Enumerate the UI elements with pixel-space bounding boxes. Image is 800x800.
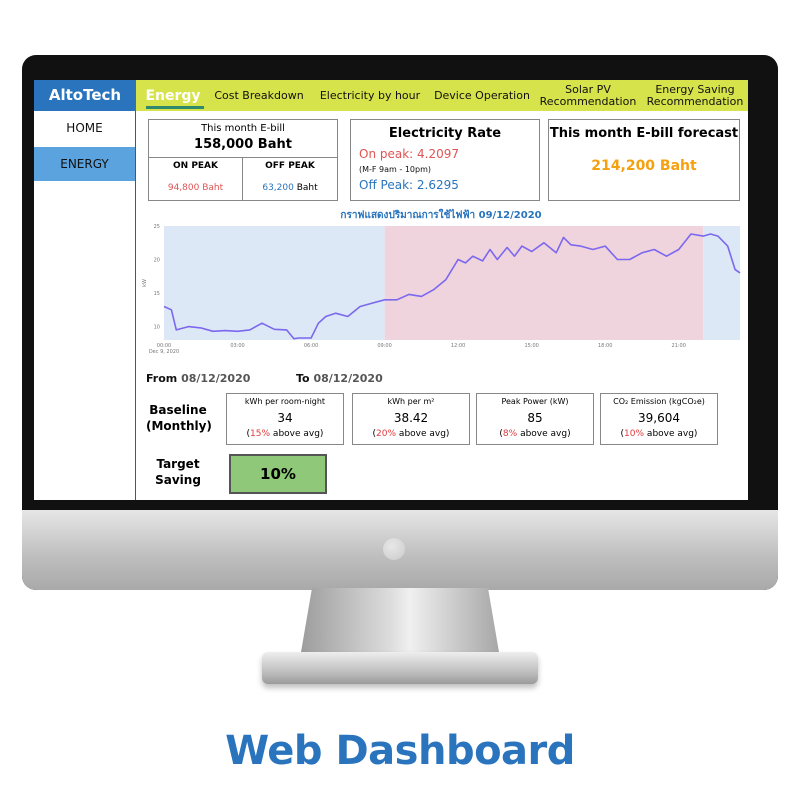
metric-label: kWh per room-night	[244, 397, 326, 406]
ebill-card: This month E-bill 158,000 Baht ON PEAK 9…	[148, 119, 338, 201]
date-to-value[interactable]: 08/12/2020	[313, 372, 382, 385]
date-to: To 08/12/2020	[296, 372, 383, 385]
baseline-label-line2: (Monthly)	[146, 419, 212, 433]
metric-comparison: (15% above avg)	[246, 429, 324, 439]
offpeak-band	[164, 226, 385, 340]
caption: Web Dashboard	[225, 728, 575, 774]
off-peak-value: 63,200 Baht	[243, 183, 337, 193]
date-from-label: From	[146, 372, 178, 385]
metric-percent: 15%	[250, 429, 271, 439]
monitor-stand	[300, 588, 500, 658]
tab-energy-saving-recommendation[interactable]: Energy Saving Recommendation	[644, 80, 746, 111]
metric-kwh-per-m2: kWh per m² 38.42 (20% above avg)	[352, 393, 470, 445]
x-tick-label: 06:00	[304, 343, 318, 349]
on-peak-label: ON PEAK	[173, 161, 218, 171]
forecast-title: This month E-bill forecast	[549, 126, 739, 141]
rate-on-peak: On peak: 4.2097	[359, 147, 460, 161]
x-tick-label: 03:00	[230, 343, 244, 349]
tab-solar-pv-recommendation[interactable]: Solar PV Recommendation	[538, 80, 638, 111]
metric-percent: 10%	[624, 429, 645, 439]
metric-comparison: (8% above avg)	[499, 429, 571, 439]
x-tick-label: 09:00	[377, 343, 391, 349]
tab-energy[interactable]: Energy	[140, 80, 206, 111]
offpeak-band	[703, 226, 740, 340]
x-tick-label: 18:00	[598, 343, 612, 349]
baseline-label: Baseline (Monthly)	[146, 402, 212, 434]
ebill-breakdown: ON PEAK 94,800 Baht OFF PEAK 63,200 Baht	[149, 157, 337, 201]
metric-label: kWh per m²	[387, 397, 435, 406]
rate-title: Electricity Rate	[388, 126, 502, 141]
ebill-value: 158,000 Baht	[194, 137, 292, 152]
metric-suffix: above avg)	[396, 429, 450, 439]
metric-value: 34	[277, 411, 293, 425]
x-tick-label: 15:00	[524, 343, 538, 349]
y-tick-label: 25	[154, 224, 160, 230]
sidebar-item-home[interactable]: HOME	[34, 111, 135, 145]
metric-comparison: (10% above avg)	[620, 429, 698, 439]
metric-value: 38.42	[393, 411, 429, 425]
date-to-label: To	[296, 372, 310, 385]
monitor-logo	[383, 538, 405, 560]
on-peak-cell: ON PEAK 94,800 Baht	[149, 158, 243, 201]
metric-percent: 8%	[502, 429, 518, 439]
rate-on-peak-hours: (M-F 9am - 10pm)	[359, 165, 431, 174]
y-tick-label: 15	[154, 291, 160, 297]
date-from-value[interactable]: 08/12/2020	[181, 372, 250, 385]
rate-off-peak: Off Peak: 2.6295	[359, 178, 459, 192]
metric-co2-emission: CO₂ Emission (kgCO₂e) 39,604 (10% above …	[600, 393, 718, 445]
metric-suffix: above avg)	[517, 429, 571, 439]
tab-cost-breakdown[interactable]: Cost Breakdown	[210, 80, 308, 111]
sidebar: HOME ENERGY	[34, 111, 136, 500]
target-saving-value[interactable]: 10%	[229, 454, 327, 494]
metric-suffix: above avg)	[270, 429, 324, 439]
dashboard-screen: AltoTech Energy Cost Breakdown Electrici…	[34, 80, 748, 500]
metric-percent: 20%	[376, 429, 397, 439]
metric-value: 85	[527, 411, 543, 425]
baseline-label-line1: Baseline	[149, 403, 207, 417]
y-tick-label: 10	[154, 325, 160, 331]
y-tick-label: 20	[154, 258, 160, 264]
target-label-line2: Saving	[155, 473, 201, 487]
off-peak-cell: OFF PEAK 63,200 Baht	[243, 158, 337, 201]
on-peak-value: 94,800 Baht	[167, 183, 224, 193]
target-saving-label: Target Saving	[146, 456, 210, 488]
metric-kwh-per-room-night: kWh per room-night 34 (15% above avg)	[226, 393, 344, 445]
x-tick-label: 12:00	[451, 343, 465, 349]
x-tick-label: Dec 9, 2020	[149, 349, 179, 355]
metric-label: Peak Power (kW)	[501, 397, 569, 406]
tab-device-operation[interactable]: Device Operation	[432, 80, 532, 111]
forecast-value: 214,200 Baht	[591, 158, 697, 174]
top-navigation: AltoTech Energy Cost Breakdown Electrici…	[34, 80, 748, 111]
target-label-line1: Target	[156, 457, 200, 471]
tab-electricity-by-hour[interactable]: Electricity by hour	[314, 80, 426, 111]
forecast-card: This month E-bill forecast 214,200 Baht	[548, 119, 740, 201]
app-logo[interactable]: AltoTech	[34, 80, 136, 111]
metric-label: CO₂ Emission (kgCO₂e)	[613, 397, 705, 406]
metric-comparison: (20% above avg)	[372, 429, 450, 439]
off-peak-label: OFF PEAK	[265, 161, 315, 171]
metric-peak-power: Peak Power (kW) 85 (8% above avg)	[476, 393, 594, 445]
ebill-title: This month E-bill	[201, 123, 285, 134]
off-peak-amount: 63,200	[262, 183, 294, 193]
sidebar-item-energy[interactable]: ENERGY	[34, 147, 135, 181]
off-peak-unit: Baht	[296, 183, 318, 193]
x-tick-label: 21:00	[672, 343, 686, 349]
metric-value: 39,604	[638, 411, 680, 425]
power-usage-chart: 10152025kW00:00Dec 9, 202003:00 06:00 09:0…	[142, 224, 741, 355]
monitor-stand-base	[262, 652, 538, 684]
chart-title: กราฟแสดงปริมาณการใช้ไฟฟ้า 09/12/2020	[340, 210, 542, 221]
metric-suffix: above avg)	[644, 429, 698, 439]
y-axis-label: kW	[142, 279, 148, 287]
date-from: From 08/12/2020	[146, 372, 250, 385]
electricity-rate-card: Electricity Rate On peak: 4.2097 (M-F 9a…	[350, 119, 540, 201]
